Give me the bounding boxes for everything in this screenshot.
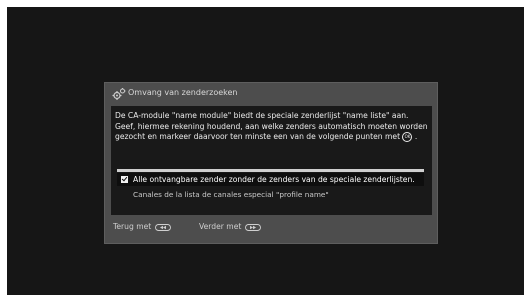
fast-forward-key-icon [244,223,261,231]
dialog-title-bar: Omvang van zenderzoeken [105,83,437,105]
list-top-bar [117,169,424,172]
rewind-key-icon [154,223,171,231]
dialog-footer: Terug met Verder met [105,220,437,240]
message-text: De CA-module "name module" biedt de spec… [115,111,428,141]
tv-screen: Omvang van zenderzoeken De CA-module "na… [7,7,524,295]
option-special-list[interactable]: Canales de la lista de canales especial … [133,190,423,201]
option-label: Alle ontvangbare zender zonder de zender… [133,175,415,184]
dialog-title: Omvang van zenderzoeken [128,88,238,97]
channel-search-scope-dialog: Omvang van zenderzoeken De CA-module "na… [104,82,438,244]
next-label: Verder met [199,222,242,231]
message-end: . [414,132,418,141]
option-all-receivable[interactable]: Alle ontvangbare zender zonder de zender… [117,173,424,186]
option-label: Canales de la lista de canales especial … [133,190,329,199]
dialog-content: De CA-module "name module" biedt de spec… [111,106,432,215]
back-label: Terug met [113,222,152,231]
ok-key-icon: OK [402,132,413,142]
gears-icon [112,88,126,100]
back-button[interactable]: Terug met [113,222,171,231]
dialog-message: De CA-module "name module" biedt de spec… [115,111,429,143]
next-button[interactable]: Verder met [199,222,261,231]
checkbox-checked-icon[interactable] [121,176,128,183]
